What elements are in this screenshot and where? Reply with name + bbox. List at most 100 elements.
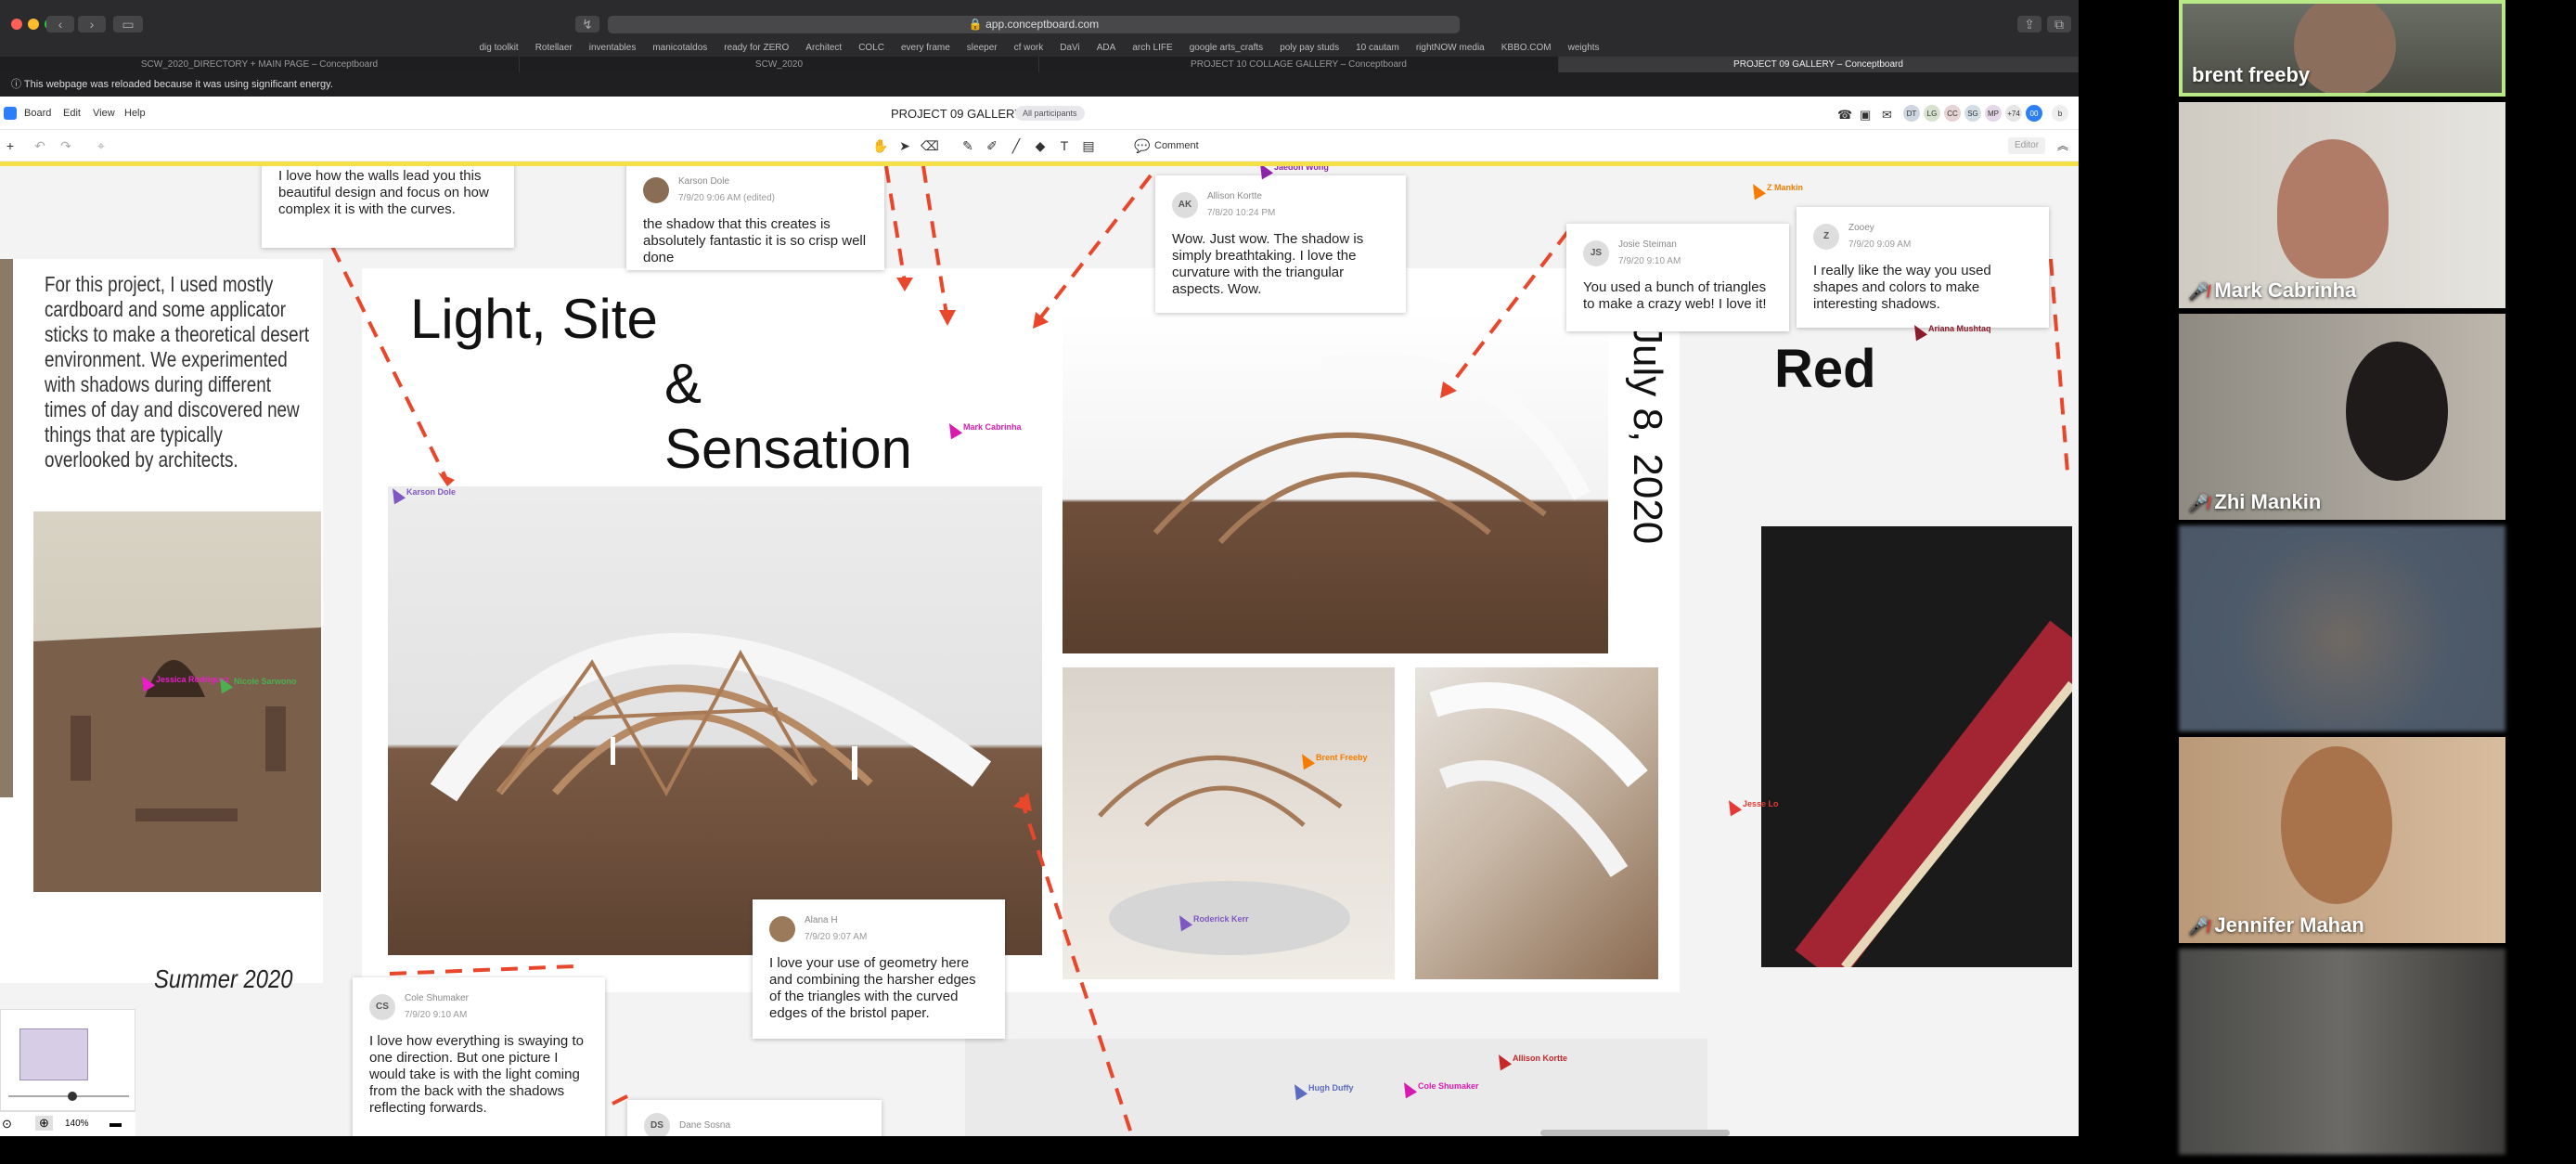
presentation-icon[interactable]: ▬ — [109, 1116, 122, 1130]
bookmark-item[interactable]: weights — [1568, 40, 1600, 57]
comment-button[interactable]: Comment — [1154, 137, 1201, 154]
video-tile-zhi-mankin[interactable]: 🎤̸ Zhi Mankin — [2179, 314, 2505, 520]
zoom-level[interactable]: 140% — [65, 1119, 89, 1129]
bookmark-item[interactable]: COLC — [858, 40, 884, 57]
close-window-button[interactable] — [11, 19, 22, 30]
comment-card[interactable]: AK Allison Kortte 7/8/20 10:24 PM Wow. Jus… — [1155, 175, 1406, 313]
minimap[interactable] — [0, 1009, 135, 1111]
video-tile-brent-freeby[interactable]: brent freeby — [2179, 0, 2505, 97]
phone-icon[interactable]: ☎ — [1837, 108, 1852, 123]
collapse-icon[interactable]: ︽ — [2054, 137, 2071, 154]
conceptboard-logo-icon[interactable] — [4, 107, 17, 120]
format-paint-icon[interactable]: ⌖ — [93, 137, 109, 154]
fit-view-icon[interactable]: ⊙ — [2, 1117, 12, 1132]
hand-tool-icon[interactable]: ✋ — [872, 137, 889, 154]
menu-view[interactable]: View — [93, 108, 115, 119]
eraser-tool-icon[interactable]: ⌫ — [921, 137, 939, 154]
participant-avatar[interactable]: DT — [1902, 104, 1921, 123]
board-canvas[interactable]: For this project, I used mostly cardboar… — [0, 166, 2079, 1136]
bookmark-item[interactable]: google arts_crafts — [1190, 40, 1264, 57]
share-icon[interactable]: ⇪ — [2017, 16, 2041, 32]
bookmark-item[interactable]: cf work — [1014, 40, 1044, 57]
video-tile-blurred-1[interactable] — [2179, 525, 2505, 731]
bookmark-item[interactable]: dig toolkit — [479, 40, 518, 57]
menu-help[interactable]: Help — [124, 108, 146, 119]
bookmark-item[interactable]: inventables — [589, 40, 637, 57]
participant-avatar[interactable]: CC — [1943, 104, 1962, 123]
video-tile-jennifer-mahan[interactable]: 🎤̸ Jennifer Mahan — [2179, 737, 2505, 943]
comment-card[interactable]: I love how the walls lead you this beaut… — [262, 166, 514, 248]
comment-date: 7/9/20 9:10 AM — [405, 1010, 468, 1020]
address-bar[interactable]: 🔒 app.conceptboard.com — [608, 16, 1460, 33]
board-title[interactable]: PROJECT 09 GALLERY — [891, 107, 1023, 121]
participants-pill[interactable]: All participants — [1015, 106, 1085, 121]
participant-avatar[interactable]: +74 — [2004, 104, 2023, 123]
commenter-avatar: Z — [1813, 224, 1839, 250]
comment-date: 7/8/20 10:24 PM — [1207, 208, 1276, 218]
marker-tool-icon[interactable]: ✐ — [984, 137, 1000, 154]
back-button[interactable]: ‹ — [46, 16, 74, 32]
minimize-window-button[interactable] — [28, 19, 39, 30]
comment-icon[interactable]: 💬 — [1134, 137, 1151, 154]
extension-icon[interactable]: ↯ — [575, 16, 599, 32]
bookmark-item[interactable]: ready for ZERO — [724, 40, 789, 57]
bookmark-item[interactable]: manicotaldos — [652, 40, 707, 57]
browser-tab[interactable]: PROJECT 09 GALLERY – Conceptboard — [1559, 57, 2079, 72]
browser-tab[interactable]: SCW_2020_DIRECTORY + MAIN PAGE – Concept… — [0, 57, 520, 72]
comment-card[interactable]: Z Zooey 7/9/20 9:09 AM I really like the w… — [1797, 207, 2049, 328]
bookmark-item[interactable]: KBBO.COM — [1501, 40, 1552, 57]
menu-edit[interactable]: Edit — [63, 108, 81, 119]
forward-button[interactable]: › — [78, 16, 106, 32]
bookmark-item[interactable]: arch LIFE — [1132, 40, 1172, 57]
comment-card[interactable]: Alana H 7/9/20 9:07 AM I love your use of… — [753, 899, 1005, 1039]
select-tool-icon[interactable]: ➤ — [896, 137, 913, 154]
browser-tab[interactable]: PROJECT 10 COLLAGE GALLERY – Conceptboar… — [1039, 57, 1559, 72]
text-tool-icon[interactable]: T — [1056, 137, 1073, 154]
bookmark-item[interactable]: poly pay studs — [1280, 40, 1339, 57]
bookmark-item[interactable]: every frame — [901, 40, 950, 57]
video-tile-blurred-2[interactable] — [2179, 949, 2505, 1155]
participant-avatar[interactable]: LG — [1923, 104, 1941, 123]
collaborator-cursor: Roderick Kerr — [1173, 912, 1249, 932]
minimap-viewport[interactable] — [19, 1028, 88, 1080]
bookmark-item[interactable]: ADA — [1097, 40, 1116, 57]
comment-card[interactable]: JS Josie Steiman 7/9/20 9:10 AM You used a… — [1566, 224, 1789, 331]
undo-icon[interactable]: ↶ — [32, 137, 48, 154]
bookmark-item[interactable]: rightNOW media — [1416, 40, 1485, 57]
bookmark-item[interactable]: DaVi — [1060, 40, 1080, 57]
menu-board[interactable]: Board — [24, 108, 51, 119]
bookmark-item[interactable]: Architect — [805, 40, 842, 57]
comment-card[interactable]: CS Cole Shumaker 7/9/20 9:10 AM I love how… — [353, 977, 605, 1136]
browser-tab[interactable]: SCW_2020 — [520, 57, 1039, 72]
sidebar-toggle-icon[interactable]: ▭ — [113, 16, 143, 32]
line-tool-icon[interactable]: ╱ — [1008, 137, 1024, 154]
comment-card[interactable]: DS Dane Sosna — [627, 1100, 882, 1136]
user-avatar[interactable]: b — [2051, 104, 2069, 123]
zoom-slider-handle[interactable] — [68, 1092, 77, 1101]
video-tile-mark-cabrinha[interactable]: 🎤̸ Mark Cabrinha — [2179, 102, 2505, 308]
collaborator-cursor: Allison Kortte — [1492, 1051, 1567, 1071]
pen-tool-icon[interactable]: ✎ — [960, 137, 976, 154]
bookmark-item[interactable]: sleeper — [967, 40, 998, 57]
participant-avatar[interactable]: MP — [1984, 104, 2003, 123]
red-slide-title: Red — [1774, 339, 1876, 399]
participant-avatar[interactable]: 00 — [2025, 104, 2043, 123]
participant-video — [2346, 342, 2448, 481]
bookmark-item[interactable]: Rotellaer — [535, 40, 573, 57]
horizontal-scrollbar[interactable] — [1540, 1130, 1730, 1136]
participant-avatar[interactable]: SG — [1964, 104, 1982, 123]
bookmark-item[interactable]: 10 cautam — [1356, 40, 1399, 57]
add-icon[interactable]: + — [2, 137, 19, 154]
zoom-search-icon[interactable]: ⊕ — [35, 1116, 53, 1131]
participant-name: brent freeby — [2192, 63, 2311, 86]
editor-badge: Editor — [2008, 137, 2045, 154]
sticky-note-icon[interactable]: ▤ — [1080, 137, 1097, 154]
tabs-overview-icon[interactable]: ⧉ — [2047, 16, 2071, 32]
redo-icon[interactable]: ↷ — [58, 137, 74, 154]
shapes-tool-icon[interactable]: ◆ — [1032, 137, 1049, 154]
video-icon[interactable]: ▣ — [1860, 108, 1871, 123]
comment-card[interactable]: Karson Dole 7/9/20 9:06 AM (edited) the s… — [626, 166, 884, 270]
slide-title-line1: Light, Site — [410, 288, 658, 350]
chat-icon[interactable]: ✉ — [1882, 108, 1892, 123]
commenter-name: Allison Kortte — [1207, 191, 1262, 201]
